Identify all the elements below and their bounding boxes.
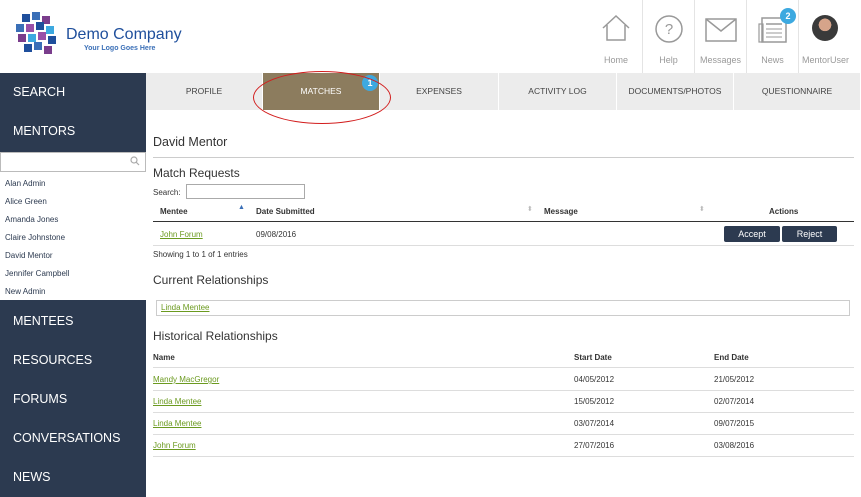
news-label: News xyxy=(761,55,784,65)
messages-label: Messages xyxy=(699,55,742,65)
accept-button[interactable]: Accept xyxy=(724,226,780,242)
search-label: Search: xyxy=(153,188,181,197)
mentor-list-item[interactable]: Claire Johnstone xyxy=(5,233,65,242)
app-header: Demo Company Your Logo Goes Here Home ? … xyxy=(0,0,861,73)
row-divider xyxy=(153,245,854,246)
tab-expenses[interactable]: EXPENSES xyxy=(380,73,499,110)
historical-name-link[interactable]: Linda Mentee xyxy=(153,419,201,428)
svg-text:?: ? xyxy=(664,21,672,38)
end-date-cell: 21/05/2012 xyxy=(714,375,755,384)
column-header-name: Name xyxy=(153,353,175,362)
reject-button[interactable]: Reject xyxy=(782,226,837,242)
help-icon: ? xyxy=(654,15,683,43)
end-date-cell: 09/07/2015 xyxy=(714,419,755,428)
home-button[interactable]: Home xyxy=(590,0,642,73)
row-divider xyxy=(153,456,854,457)
end-date-cell: 03/08/2016 xyxy=(714,441,755,450)
date-submitted-cell: 09/08/2016 xyxy=(256,230,297,239)
help-label: Help xyxy=(659,55,678,65)
home-icon xyxy=(602,14,630,41)
tab-documents-photos[interactable]: DOCUMENTS/PHOTOS xyxy=(617,73,734,110)
messages-button[interactable]: Messages xyxy=(694,0,746,73)
row-divider xyxy=(153,434,854,435)
main-content: David Mentor Match Requests Search: Ment… xyxy=(146,110,861,490)
sort-asc-icon[interactable]: ▲ xyxy=(238,204,245,211)
envelope-icon xyxy=(704,18,737,42)
mentor-list-item[interactable]: Amanda Jones xyxy=(5,215,58,224)
mentor-search-input[interactable] xyxy=(0,152,146,172)
start-date-cell: 04/05/2012 xyxy=(574,375,615,384)
column-header-start-date: Start Date xyxy=(574,353,612,362)
current-relationship-link[interactable]: Linda Mentee xyxy=(161,303,209,312)
historical-name-link[interactable]: John Forum xyxy=(153,441,196,450)
sidebar-item-mentees[interactable]: MENTEES xyxy=(0,302,146,341)
user-menu[interactable]: MentorUser xyxy=(798,0,852,73)
tab-activity-log[interactable]: ACTIVITY LOG xyxy=(499,73,617,110)
profile-tabs: PROFILE MATCHES EXPENSES ACTIVITY LOG DO… xyxy=(146,73,861,110)
column-header-date-submitted[interactable]: Date Submitted xyxy=(256,207,315,216)
avatar xyxy=(812,15,838,41)
help-button[interactable]: ? Help xyxy=(642,0,694,73)
column-header-actions: Actions xyxy=(769,207,799,216)
company-name: Demo Company xyxy=(66,26,182,43)
mentor-list-panel: Alan Admin Alice Green Amanda Jones Clai… xyxy=(0,152,146,300)
mentor-list-item[interactable]: David Mentor xyxy=(5,251,53,260)
mentor-list-item[interactable]: New Admin xyxy=(5,287,45,296)
current-relationships-heading: Current Relationships xyxy=(153,273,269,287)
start-date-cell: 27/07/2016 xyxy=(574,441,615,450)
tab-profile[interactable]: PROFILE xyxy=(146,73,263,110)
row-divider xyxy=(153,390,854,391)
page-title: David Mentor xyxy=(153,135,228,149)
matches-badge: 1 xyxy=(362,75,378,91)
sort-icon[interactable]: ⬍ xyxy=(527,205,533,213)
end-date-cell: 02/07/2014 xyxy=(714,397,755,406)
start-date-cell: 03/07/2014 xyxy=(574,419,615,428)
sidebar-item-forums[interactable]: FORUMS xyxy=(0,380,146,419)
home-label: Home xyxy=(603,55,628,65)
sort-icon[interactable]: ⬍ xyxy=(699,205,705,213)
sidebar-item-mentors[interactable]: MENTORS xyxy=(0,112,146,151)
mentor-list-item[interactable]: Alan Admin xyxy=(5,179,45,188)
sidebar-item-news[interactable]: NEWS xyxy=(0,458,146,497)
tab-questionnaire[interactable]: QUESTIONNAIRE xyxy=(734,73,861,110)
historical-name-link[interactable]: Mandy MacGregor xyxy=(153,375,219,384)
user-name-label: MentorUser xyxy=(801,55,849,65)
mentor-list-item[interactable]: Jennifer Campbell xyxy=(5,269,69,278)
current-relationships-list: Linda Mentee xyxy=(156,300,850,316)
column-header-end-date: End Date xyxy=(714,353,749,362)
historical-name-link[interactable]: Linda Mentee xyxy=(153,397,201,406)
start-date-cell: 15/05/2012 xyxy=(574,397,615,406)
divider xyxy=(153,157,854,158)
news-badge: 2 xyxy=(780,8,796,24)
column-header-mentee[interactable]: Mentee xyxy=(160,207,188,216)
column-header-message[interactable]: Message xyxy=(544,207,578,216)
table-info: Showing 1 to 1 of 1 entries xyxy=(153,250,248,259)
news-button[interactable]: 2 News xyxy=(746,0,798,73)
sidebar-item-search[interactable]: SEARCH xyxy=(0,73,146,112)
historical-relationships-heading: Historical Relationships xyxy=(153,329,278,343)
sidebar-item-resources[interactable]: RESOURCES xyxy=(0,341,146,380)
mentor-list-item[interactable]: Alice Green xyxy=(5,197,47,206)
sidebar-item-conversations[interactable]: CONVERSATIONS xyxy=(0,419,146,458)
row-divider xyxy=(153,412,854,413)
company-logo xyxy=(16,12,56,54)
row-divider xyxy=(153,367,854,368)
match-requests-heading: Match Requests xyxy=(153,166,240,180)
match-search-input[interactable] xyxy=(186,184,305,199)
table-header-divider xyxy=(153,221,854,222)
sidebar: SEARCH MENTORS Alan Admin Alice Green Am… xyxy=(0,73,146,497)
search-icon xyxy=(130,156,140,166)
company-tagline: Your Logo Goes Here xyxy=(84,45,156,52)
mentee-link[interactable]: John Forum xyxy=(160,230,203,239)
